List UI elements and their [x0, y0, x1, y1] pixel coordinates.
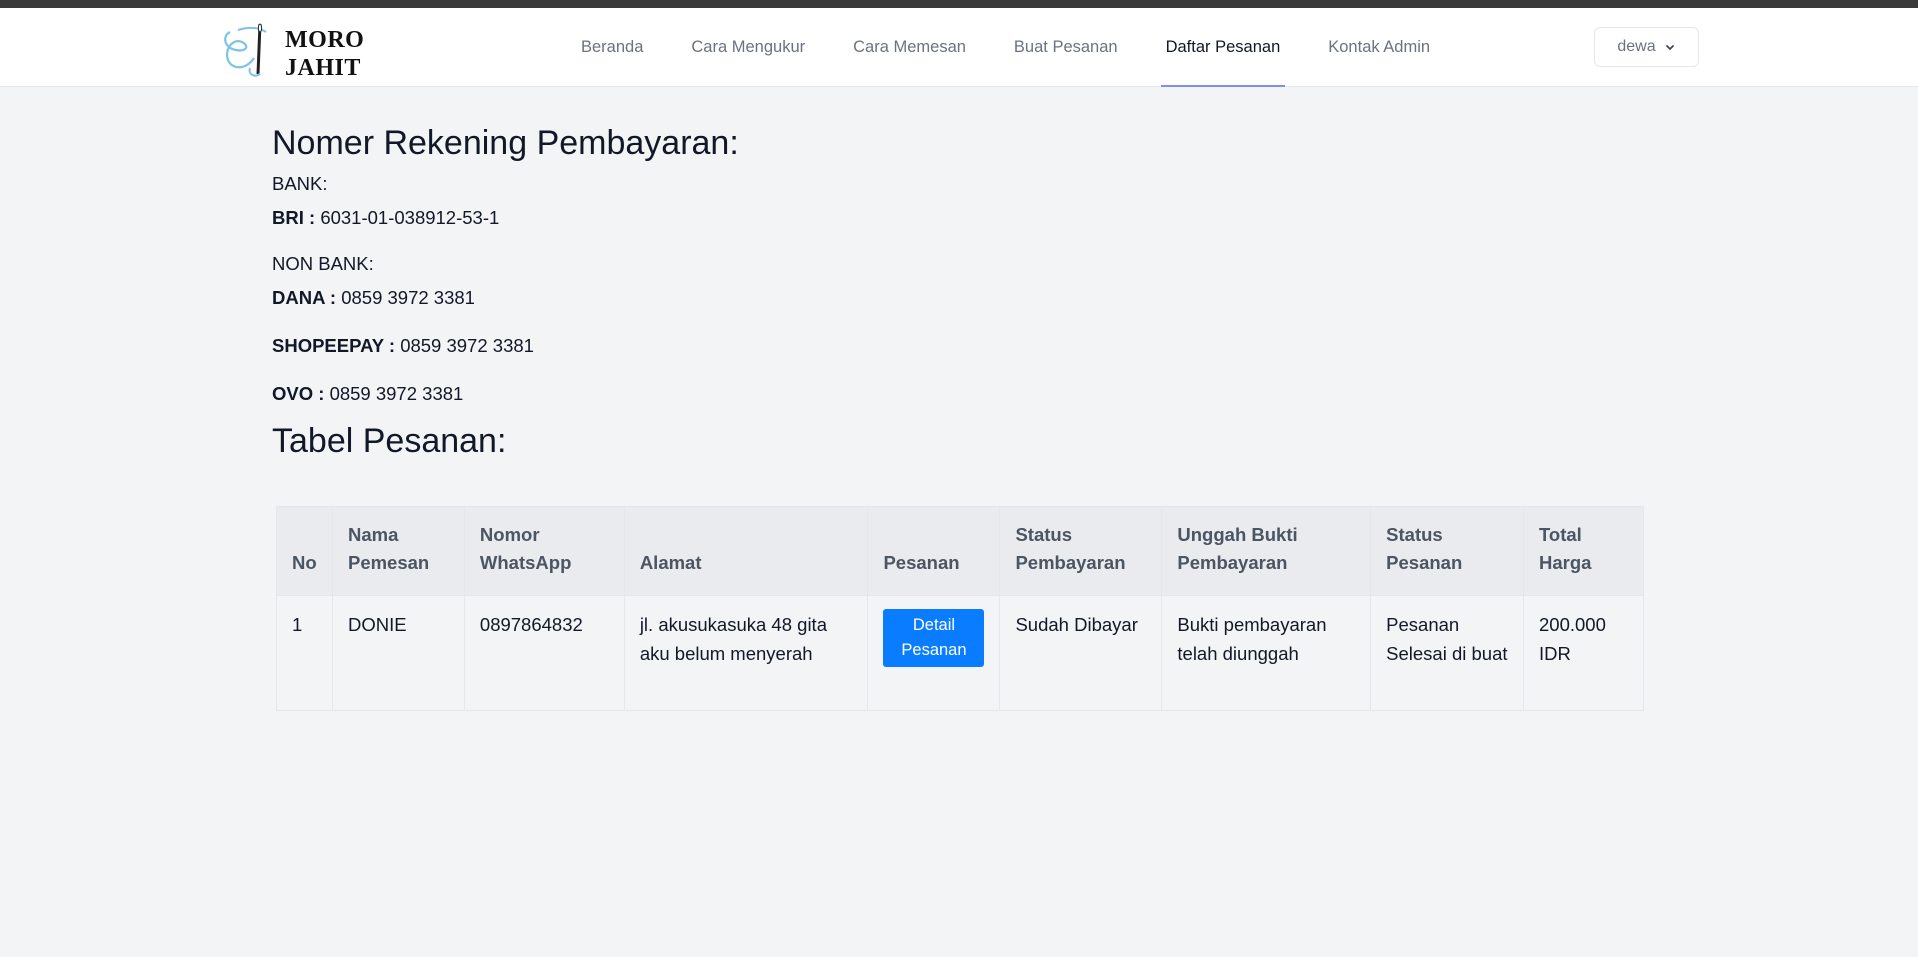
nav-links: Beranda Cara Mengukur Cara Memesan Buat …: [576, 8, 1473, 87]
col-header-status-pembayaran: Status Pembayaran: [999, 506, 1163, 596]
chevron-down-icon: [1664, 41, 1676, 53]
cell-nama-pemesan: DONIE: [331, 595, 465, 711]
nonbank-heading: NON BANK:: [272, 253, 374, 274]
col-header-status-pesanan: Status Pesanan: [1370, 506, 1524, 596]
user-name: dewa: [1617, 38, 1656, 55]
bri-label: BRI :: [272, 207, 316, 228]
ovo-account: OVO : 0859 3972 3381: [272, 382, 1672, 406]
nav-item-kontak-admin[interactable]: Kontak Admin: [1323, 8, 1435, 87]
window-top-strip: [0, 0, 1918, 8]
payment-title: Nomer Rekening Pembayaran:: [272, 124, 739, 162]
ovo-number: 0859 3972 3381: [329, 383, 464, 404]
shopeepay-label: SHOPEEPAY :: [272, 335, 396, 356]
nav-item-cara-memesan[interactable]: Cara Memesan: [848, 8, 971, 87]
cell-no: 1: [276, 595, 333, 711]
orders-title: Tabel Pesanan:: [272, 422, 507, 460]
col-header-alamat: Alamat: [623, 506, 869, 596]
bri-number: 6031-01-038912-53-1: [320, 207, 500, 228]
bank-heading: BANK:: [272, 173, 328, 194]
dana-label: DANA :: [272, 287, 337, 308]
cell-status-pesanan: Pesanan Selesai di buat: [1370, 595, 1524, 711]
user-menu-dropdown[interactable]: dewa: [1594, 27, 1699, 67]
nav-item-cara-mengukur[interactable]: Cara Mengukur: [686, 8, 810, 87]
col-header-nama-pemesan: Nama Pemesan: [331, 506, 465, 596]
col-header-nomor-whatsapp: Nomor WhatsApp: [463, 506, 625, 596]
table-row: 1 DONIE 0897864832 jl. akusukasuka 48 gi…: [276, 595, 1644, 711]
dana-number: 0859 3972 3381: [341, 287, 475, 308]
brand-name: MORO JAHIT: [285, 26, 364, 82]
cell-total-harga: 200.000 IDR: [1523, 595, 1644, 711]
bri-account: BRI : 6031-01-038912-53-1: [272, 206, 1672, 230]
payment-section: Nomer Rekening Pembayaran: BANK: BRI : 6…: [272, 120, 1672, 464]
brand-logo[interactable]: MORO JAHIT: [220, 18, 370, 81]
col-header-total-harga: Total Harga: [1523, 506, 1644, 596]
cell-pesanan: Detail Pesanan: [867, 595, 1001, 711]
orders-table: No Nama Pemesan Nomor WhatsApp Alamat Pesa…: [276, 506, 1644, 711]
cell-alamat: jl. akusukasuka 48 gita aku belum menyer…: [623, 595, 869, 711]
table-header-row: No Nama Pemesan Nomor WhatsApp Alamat Pesa…: [276, 506, 1644, 596]
brand-name-line1: MORO: [285, 27, 365, 53]
detail-pesanan-button[interactable]: Detail Pesanan: [883, 609, 985, 667]
col-header-pesanan: Pesanan: [867, 506, 1001, 596]
cell-bukti-pembayaran: Bukti pembayaran telah diunggah: [1161, 595, 1372, 711]
ovo-label: OVO :: [272, 383, 325, 404]
dana-account: DANA : 0859 3972 3381: [272, 286, 1672, 310]
cell-status-pembayaran: Sudah Dibayar: [999, 595, 1163, 711]
col-header-no: No: [276, 506, 333, 596]
col-header-unggah-bukti: Unggah Bukti Pembayaran: [1161, 506, 1372, 596]
nav-item-buat-pesanan[interactable]: Buat Pesanan: [1009, 8, 1123, 87]
brand-name-line2: JAHIT: [285, 55, 361, 81]
shopeepay-account: SHOPEEPAY : 0859 3972 3381: [272, 334, 1672, 358]
nav-item-daftar-pesanan[interactable]: Daftar Pesanan: [1160, 8, 1286, 87]
needle-thread-icon: [224, 23, 267, 77]
shopeepay-number: 0859 3972 3381: [400, 335, 534, 356]
nav-item-beranda[interactable]: Beranda: [576, 8, 648, 87]
cell-nomor-whatsapp: 0897864832: [463, 595, 625, 711]
navbar: MORO JAHIT Beranda Cara Mengukur Cara Me…: [0, 8, 1918, 87]
